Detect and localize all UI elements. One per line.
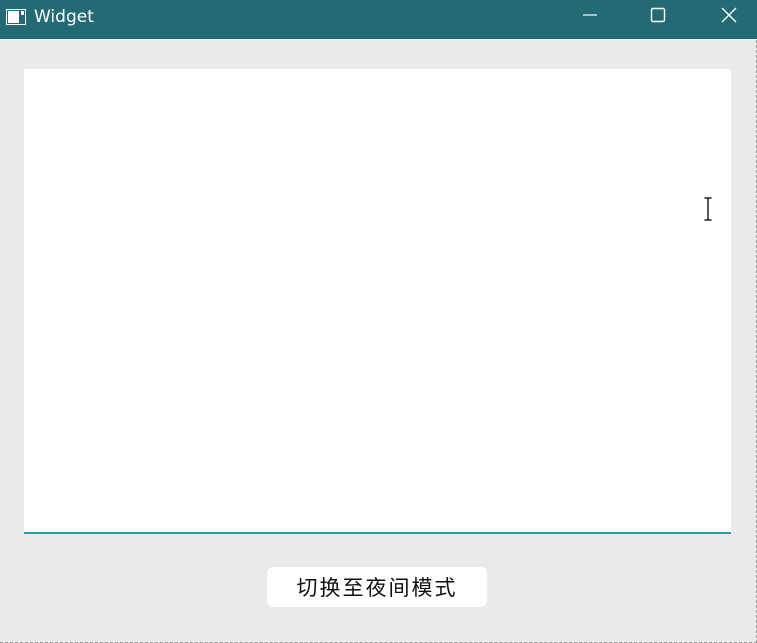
title-bar[interactable]: Widget xyxy=(0,0,757,39)
minimize-button[interactable] xyxy=(567,0,613,34)
text-editor[interactable] xyxy=(24,69,731,534)
text-cursor-icon xyxy=(704,197,712,221)
maximize-icon xyxy=(650,7,666,27)
minimize-icon xyxy=(582,7,598,27)
app-window: Widget 切换至夜间模式 xyxy=(0,0,757,643)
close-button[interactable] xyxy=(706,0,752,34)
close-icon xyxy=(721,7,737,27)
maximize-button[interactable] xyxy=(635,0,681,34)
window-title: Widget xyxy=(34,7,94,27)
toggle-night-mode-button[interactable]: 切换至夜间模式 xyxy=(267,567,487,607)
app-icon xyxy=(6,9,26,25)
